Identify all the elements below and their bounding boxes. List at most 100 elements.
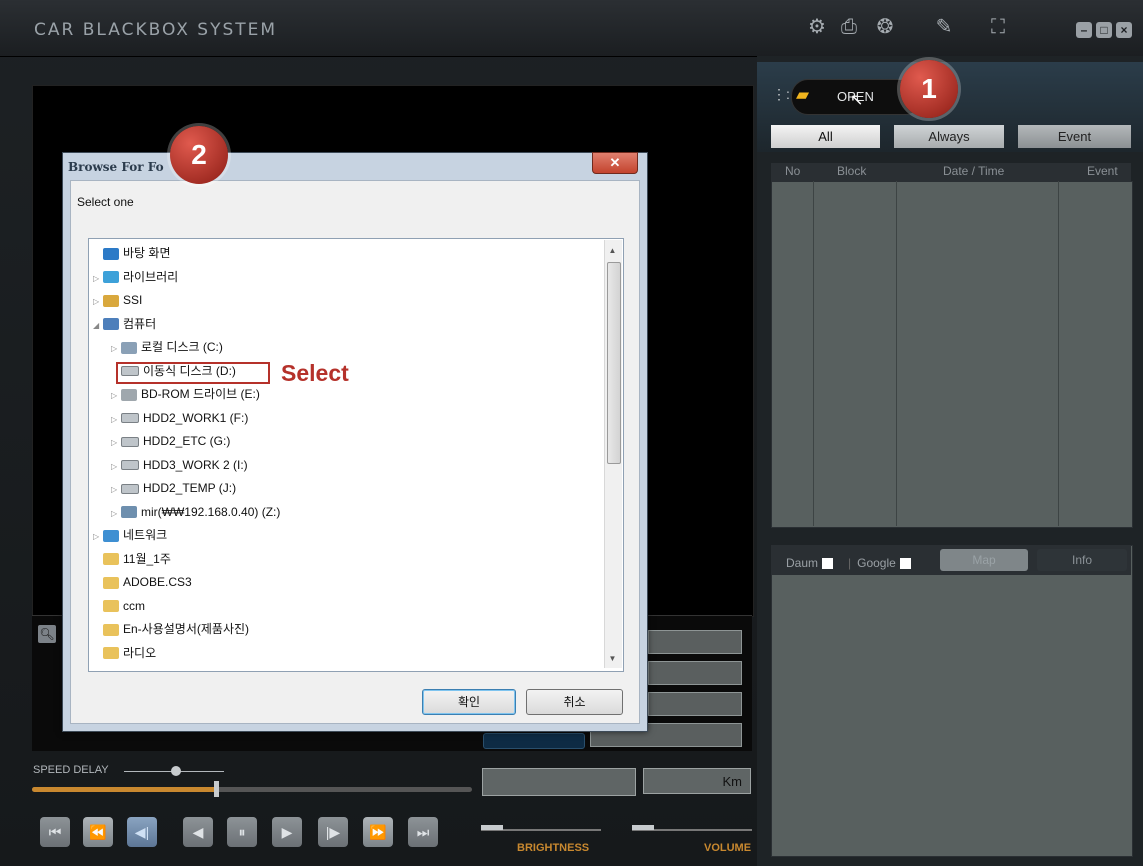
tree-item-label: mir(₩₩192.168.0.40) (Z:) (141, 504, 281, 519)
tree-item-label: HDD2_WORK1 (F:) (143, 410, 249, 425)
scroll-thumb[interactable] (607, 262, 621, 464)
expand-arrow-icon[interactable]: ◢ (93, 316, 103, 336)
separator: | (848, 556, 852, 570)
play-back-button[interactable]: ◀ (183, 817, 213, 847)
drive-icon (121, 460, 139, 471)
tab-event[interactable]: Event (1018, 125, 1131, 148)
folder-tree[interactable]: 바탕 화면 ▷ 라이브러리 ▷ SSI ◢ 컴퓨터 ▷ 로컬 디스크 (C:) 이동식 디스크 (… (88, 238, 624, 672)
tab-map[interactable]: Map (940, 549, 1028, 571)
zoom-icon[interactable]: 🔍︎ (38, 625, 56, 643)
expand-arrow-icon[interactable]: ▷ (111, 433, 121, 453)
expand-arrow-icon[interactable]: ▷ (111, 457, 121, 477)
daum-checkbox[interactable] (822, 558, 834, 570)
column-datetime: Date / Time (943, 164, 1005, 178)
folder-icon[interactable]: ▰ (796, 86, 818, 104)
recording-list[interactable] (771, 181, 1133, 528)
tree-item[interactable]: ▷ HDD2_ETC (G:) (111, 431, 230, 451)
tree-item-label: 라이브러리 (123, 269, 179, 284)
folder-icon (103, 600, 119, 613)
printer-icon[interactable]: ⎙ (836, 14, 862, 40)
expand-arrow-icon[interactable]: ▷ (93, 269, 103, 289)
folder-icon (103, 553, 119, 566)
km-field: Km (643, 768, 751, 794)
step-back-button[interactable]: ◀| (127, 817, 157, 847)
tree-item[interactable]: En-사용설명서(제품사진) (93, 619, 249, 639)
rewind-button[interactable]: ⏪ (83, 817, 113, 847)
tree-item-label: BD-ROM 드라이브 (E:) (141, 387, 260, 401)
drag-handle-icon[interactable]: ⋮: (772, 87, 790, 101)
ok-button[interactable]: 확인 (422, 689, 516, 715)
expand-arrow-icon[interactable]: ▷ (93, 292, 103, 312)
daum-option[interactable]: Daum (786, 556, 834, 570)
tree-item[interactable]: ◢ 컴퓨터 (93, 314, 156, 334)
scroll-down-arrow[interactable]: ▼ (605, 650, 620, 668)
tree-item-label: 라디오 (123, 645, 157, 660)
tree-item[interactable]: ▷ BD-ROM 드라이브 (E:) (111, 384, 260, 404)
tree-item[interactable]: 라디오 (93, 643, 156, 663)
system-drive-icon (121, 341, 137, 354)
maximize-button[interactable]: □ (1096, 22, 1112, 38)
edit-icon[interactable]: ✎ (931, 14, 957, 40)
fast-forward-button[interactable]: ⏩ (363, 817, 393, 847)
expand-arrow-icon[interactable]: ▷ (111, 504, 121, 524)
play-button[interactable]: ▶ (272, 817, 302, 847)
title-bar: CAR BLACKBOX SYSTEM ⚙ ⎙ ❂ ✎ ⛶ – □ × (0, 0, 1143, 57)
speed-field (482, 768, 636, 796)
pause-button[interactable]: ⏸ (227, 817, 257, 847)
expand-arrow-icon[interactable]: ▷ (111, 339, 121, 359)
step-forward-button[interactable]: |▶ (318, 817, 348, 847)
seek-bar[interactable] (32, 787, 472, 792)
volume-handle[interactable] (632, 825, 654, 830)
tab-info[interactable]: Info (1037, 549, 1127, 571)
expand-arrow-icon[interactable]: ▷ (93, 527, 103, 547)
scroll-up-arrow[interactable]: ▲ (605, 242, 620, 260)
minimize-button[interactable]: – (1076, 22, 1092, 38)
column-event: Event (1087, 164, 1118, 178)
skip-start-button[interactable]: ⏮ (40, 817, 70, 847)
tree-item[interactable]: ▷ 로컬 디스크 (C:) (111, 337, 223, 357)
tree-item[interactable]: ▷ mir(₩₩192.168.0.40) (Z:) (111, 502, 280, 522)
map-info-panel (771, 545, 1133, 857)
close-button[interactable]: × (1116, 22, 1132, 38)
selected-drive-highlight (116, 362, 270, 384)
tree-item[interactable]: ccm (93, 596, 145, 616)
tree-item-label: 네트워크 (123, 528, 168, 542)
dialog-close-button[interactable]: ✕ (592, 152, 638, 174)
film-reel-icon[interactable]: ❂ (872, 14, 898, 40)
tree-item[interactable]: ▷ HDD2_TEMP (J:) (111, 478, 236, 498)
tree-item[interactable]: ADOBE.CS3 (93, 572, 192, 592)
skip-end-button[interactable]: ⏭ (408, 817, 438, 847)
tab-all[interactable]: All (771, 125, 880, 148)
expand-arrow-icon[interactable]: ▷ (111, 480, 121, 500)
speed-delay-slider[interactable] (171, 766, 181, 776)
seek-handle[interactable] (214, 781, 219, 797)
expand-arrow-icon[interactable]: ▷ (111, 410, 121, 430)
expand-arrow-icon[interactable]: ▷ (111, 386, 121, 406)
brightness-label: BRIGHTNESS (517, 842, 590, 854)
app-window: CAR BLACKBOX SYSTEM ⚙ ⎙ ❂ ✎ ⛶ – □ × 🔍︎ S… (0, 0, 1143, 866)
info-field-3 (648, 692, 742, 716)
cancel-button[interactable]: 취소 (526, 689, 623, 715)
drive-icon (121, 483, 139, 494)
brightness-handle[interactable] (481, 825, 503, 830)
tree-item[interactable]: ▷ 라이브러리 (93, 267, 178, 287)
tree-item[interactable]: ▷ HDD2_WORK1 (F:) (111, 408, 248, 428)
tree-item[interactable]: 바탕 화면 (93, 243, 171, 263)
info-tag (483, 733, 585, 749)
google-checkbox[interactable] (899, 558, 911, 570)
tree-item[interactable]: 11월_1주 (93, 549, 171, 569)
drive-icon (121, 413, 139, 424)
tree-item-label: 컴퓨터 (123, 316, 157, 331)
tree-item[interactable]: ▷ 네트워크 (93, 525, 167, 545)
tree-item[interactable]: ▷ HDD3_WORK 2 (I:) (111, 455, 248, 475)
tree-item[interactable]: ▷ SSI (93, 290, 142, 310)
info-field-2 (648, 661, 742, 685)
library-icon (103, 271, 119, 284)
network-drive-icon (121, 506, 137, 519)
gear-icon[interactable]: ⚙ (804, 14, 830, 40)
fullscreen-icon[interactable]: ⛶ (985, 14, 1011, 40)
column-divider (813, 181, 814, 526)
column-block: Block (837, 164, 867, 178)
tab-always[interactable]: Always (894, 125, 1004, 148)
google-option[interactable]: | Google (848, 556, 911, 570)
